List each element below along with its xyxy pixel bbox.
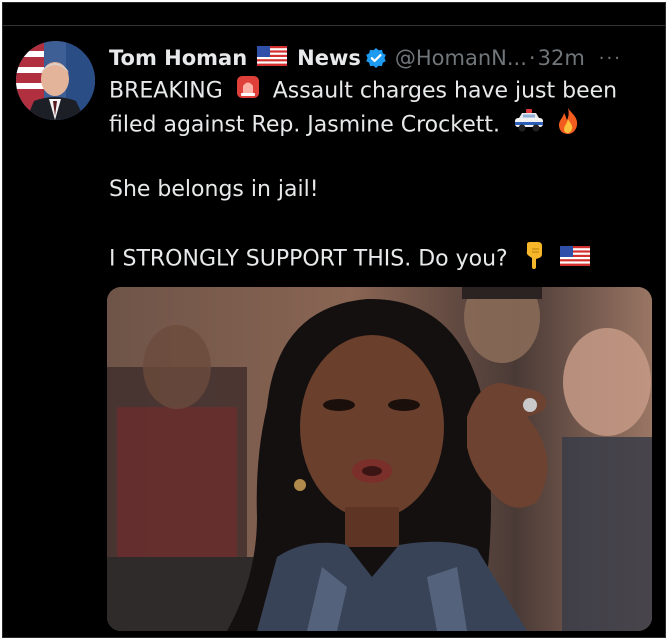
pointing-down-icon — [523, 241, 545, 278]
post-image[interactable] — [107, 287, 652, 631]
post-text-line-4: I STRONGLY SUPPORT THIS. Do you? — [109, 241, 590, 278]
post-text-line-2-text: filed against Rep. Jasmine Crockett. — [109, 112, 500, 138]
police-light-icon — [236, 75, 260, 108]
author-name-suffix[interactable]: News — [297, 46, 361, 70]
divider — [3, 25, 665, 26]
separator: · — [528, 46, 536, 70]
author-handle[interactable]: @HomanN... — [395, 46, 527, 70]
verified-badge-icon — [365, 47, 387, 69]
avatar[interactable] — [16, 41, 95, 120]
police-car-icon — [513, 108, 545, 143]
post-text-line-1: BREAKING Assault charges have just been — [109, 75, 617, 108]
us-flag-icon — [257, 45, 288, 71]
us-flag-icon — [559, 245, 590, 275]
post-text-line-2: filed against Rep. Jasmine Crockett. — [109, 107, 580, 144]
fire-icon — [556, 107, 580, 144]
post-time[interactable]: 32m — [538, 46, 585, 70]
post-text-line-1-rest: Assault charges have just been — [272, 78, 618, 104]
more-options-icon[interactable]: ··· — [599, 48, 622, 69]
author-name[interactable]: Tom Homan — [109, 46, 247, 70]
post-text-line-4-text: I STRONGLY SUPPORT THIS. Do you? — [109, 246, 508, 272]
breaking-label: BREAKING — [109, 78, 223, 104]
post-header: Tom Homan News @HomanN... · 32m ··· — [109, 41, 622, 75]
post-text-line-3-text: She belongs in jail! — [109, 177, 319, 202]
photo — [107, 287, 652, 631]
avatar-image — [16, 41, 95, 120]
post-card: Tom Homan News @HomanN... · 32m ··· BREA… — [2, 2, 666, 638]
post-text-line-3: She belongs in jail! — [109, 175, 319, 205]
